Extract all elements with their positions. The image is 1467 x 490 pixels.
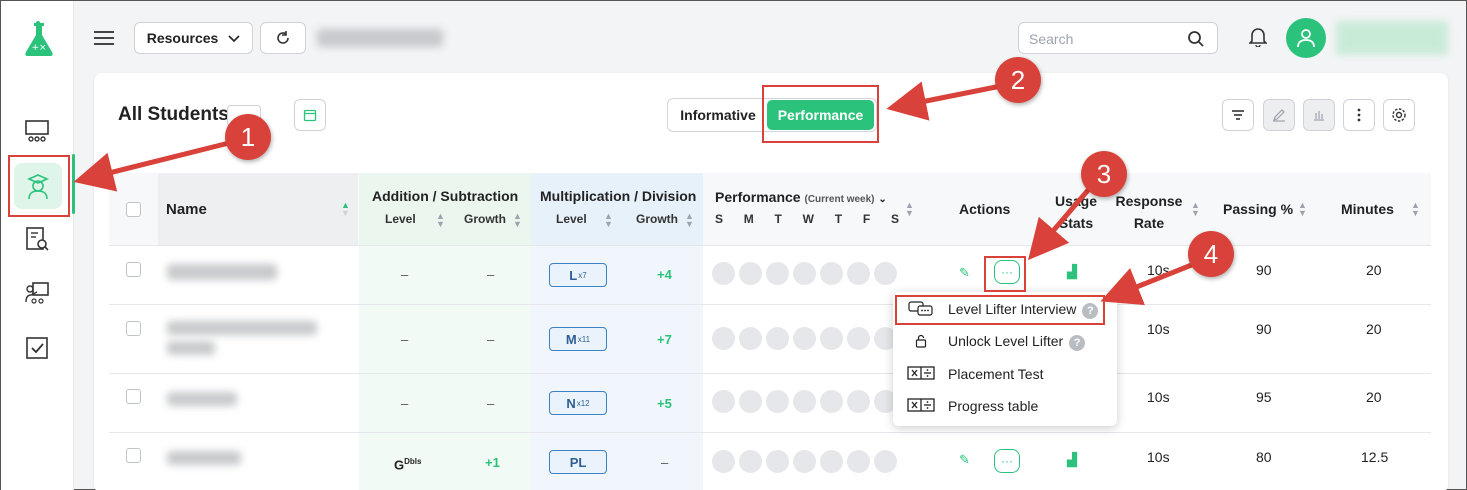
annotation-arrows xyxy=(73,81,1195,306)
step-badge-4: 4 xyxy=(1188,231,1234,277)
arrow-4 xyxy=(1100,261,1195,306)
step-badge-3: 3 xyxy=(1081,151,1127,197)
arrow-1 xyxy=(73,139,234,192)
step-badge-2: 2 xyxy=(995,57,1041,103)
step-badge-1: 1 xyxy=(225,114,271,160)
arrow-2 xyxy=(886,81,1002,121)
arrow-3 xyxy=(1027,187,1091,261)
